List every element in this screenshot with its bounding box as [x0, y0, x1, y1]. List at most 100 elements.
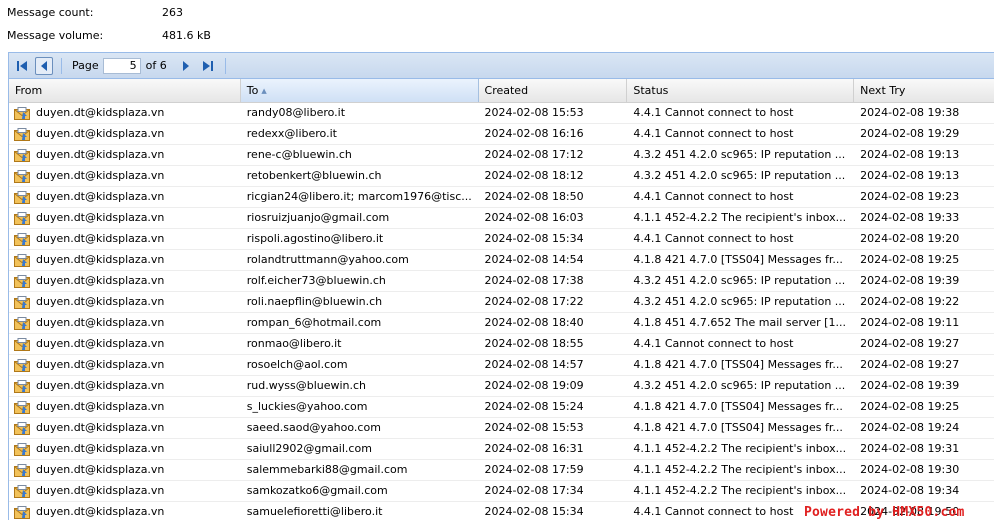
envelope-icon — [14, 484, 30, 498]
from-address: duyen.dt@kidsplaza.vn — [36, 106, 165, 119]
from-address: duyen.dt@kidsplaza.vn — [36, 421, 165, 434]
table-row[interactable]: duyen.dt@kidsplaza.vn rolf.eicher73@blue… — [9, 271, 994, 292]
from-address: duyen.dt@kidsplaza.vn — [36, 379, 165, 392]
cell-from: duyen.dt@kidsplaza.vn — [9, 208, 241, 228]
cell-status: 4.1.1 452-4.2.2 The recipient's inbox... — [633, 442, 847, 455]
column-header-status[interactable]: Status — [627, 79, 855, 102]
cell-to: randy08@libero.it — [246, 106, 346, 119]
column-header-to[interactable]: To ▲ — [240, 79, 479, 102]
table-row[interactable]: duyen.dt@kidsplaza.vn rosoelch@aol.com 2… — [9, 355, 994, 376]
cell-to: ricgian24@libero.it; marcom1976@tisc... — [246, 190, 472, 203]
prev-page-button[interactable] — [35, 56, 53, 75]
cell-created: 2024-02-08 16:03 — [484, 211, 584, 224]
table-row[interactable]: duyen.dt@kidsplaza.vn roli.naepflin@blue… — [9, 292, 994, 313]
table-row[interactable]: duyen.dt@kidsplaza.vn redexx@libero.it 2… — [9, 124, 994, 145]
cell-from: duyen.dt@kidsplaza.vn — [9, 502, 241, 520]
cell-from: duyen.dt@kidsplaza.vn — [9, 397, 241, 417]
message-count-row: Message count: 263 — [7, 1, 407, 25]
cell-from: duyen.dt@kidsplaza.vn — [9, 481, 241, 501]
cell-created: 2024-02-08 15:34 — [484, 505, 584, 518]
next-page-button[interactable] — [177, 57, 195, 75]
table-row[interactable]: duyen.dt@kidsplaza.vn rud.wyss@bluewin.c… — [9, 376, 994, 397]
table-row[interactable]: duyen.dt@kidsplaza.vn s_luckies@yahoo.co… — [9, 397, 994, 418]
table-row[interactable]: duyen.dt@kidsplaza.vn retobenkert@bluewi… — [9, 166, 994, 187]
cell-status: 4.1.8 421 4.7.0 [TSS04] Messages fr... — [633, 358, 843, 371]
from-address: duyen.dt@kidsplaza.vn — [36, 337, 165, 350]
cell-status: 4.3.2 451 4.2.0 sc965: IP reputation ... — [633, 274, 846, 287]
envelope-icon — [14, 421, 30, 435]
from-address: duyen.dt@kidsplaza.vn — [36, 505, 165, 518]
page-total: of 6 — [145, 59, 167, 72]
from-address: duyen.dt@kidsplaza.vn — [36, 295, 165, 308]
last-page-button[interactable] — [199, 57, 217, 75]
envelope-icon — [14, 190, 30, 204]
cell-to: redexx@libero.it — [246, 127, 337, 140]
cell-to: salemmebarki88@gmail.com — [246, 463, 408, 476]
cell-next-try: 2024-02-08 19:27 — [860, 337, 960, 350]
table-row[interactable]: duyen.dt@kidsplaza.vn saiull2902@gmail.c… — [9, 439, 994, 460]
table-row[interactable]: duyen.dt@kidsplaza.vn rene-c@bluewin.ch … — [9, 145, 994, 166]
table-row[interactable]: duyen.dt@kidsplaza.vn rolandtruttmann@ya… — [9, 250, 994, 271]
column-header-label: Status — [633, 84, 669, 97]
from-address: duyen.dt@kidsplaza.vn — [36, 211, 165, 224]
cell-next-try: 2024-02-08 19:38 — [860, 106, 960, 119]
first-page-button[interactable] — [13, 57, 31, 75]
cell-from: duyen.dt@kidsplaza.vn — [9, 187, 241, 207]
table-row[interactable]: duyen.dt@kidsplaza.vn samkozatko6@gmail.… — [9, 481, 994, 502]
cell-status: 4.3.2 451 4.2.0 sc965: IP reputation ... — [633, 379, 846, 392]
grid-body: duyen.dt@kidsplaza.vn randy08@libero.it … — [9, 103, 994, 520]
envelope-icon — [14, 211, 30, 225]
table-row[interactable]: duyen.dt@kidsplaza.vn randy08@libero.it … — [9, 103, 994, 124]
cell-next-try: 2024-02-08 19:22 — [860, 295, 960, 308]
cell-status: 4.4.1 Cannot connect to host — [633, 190, 794, 203]
cell-to: rud.wyss@bluewin.ch — [246, 379, 367, 392]
from-address: duyen.dt@kidsplaza.vn — [36, 316, 165, 329]
cell-to: retobenkert@bluewin.ch — [246, 169, 382, 182]
from-address: duyen.dt@kidsplaza.vn — [36, 484, 165, 497]
from-address: duyen.dt@kidsplaza.vn — [36, 148, 165, 161]
cell-to: rispoli.agostino@libero.it — [246, 232, 384, 245]
cell-status: 4.4.1 Cannot connect to host — [633, 106, 794, 119]
column-header-from[interactable]: From — [9, 79, 241, 102]
cell-to: rompan_6@hotmail.com — [246, 316, 382, 329]
cell-next-try: 2024-02-08 19:34 — [860, 484, 960, 497]
cell-from: duyen.dt@kidsplaza.vn — [9, 103, 241, 123]
table-row[interactable]: duyen.dt@kidsplaza.vn saeed.saod@yahoo.c… — [9, 418, 994, 439]
table-row[interactable]: duyen.dt@kidsplaza.vn rispoli.agostino@l… — [9, 229, 994, 250]
table-row[interactable]: duyen.dt@kidsplaza.vn ronmao@libero.it 2… — [9, 334, 994, 355]
cell-created: 2024-02-08 19:09 — [484, 379, 584, 392]
table-row[interactable]: duyen.dt@kidsplaza.vn rompan_6@hotmail.c… — [9, 313, 994, 334]
envelope-icon — [14, 400, 30, 414]
cell-created: 2024-02-08 16:31 — [484, 442, 584, 455]
toolbar-separator — [224, 57, 226, 74]
cell-next-try: 2024-02-08 19:24 — [860, 421, 960, 434]
cell-next-try: 2024-02-08 19:25 — [860, 253, 960, 266]
envelope-icon — [14, 295, 30, 309]
sort-asc-icon: ▲ — [261, 87, 267, 95]
cell-to: rene-c@bluewin.ch — [246, 148, 352, 161]
envelope-icon — [14, 169, 30, 183]
page-number-input[interactable] — [102, 57, 141, 74]
cell-created: 2024-02-08 15:53 — [484, 421, 584, 434]
cell-next-try: 2024-02-08 19:13 — [860, 169, 960, 182]
cell-from: duyen.dt@kidsplaza.vn — [9, 439, 241, 459]
cell-created: 2024-02-08 17:38 — [484, 274, 584, 287]
column-header-label: Next Try — [860, 84, 906, 97]
paging-toolbar: Page of 6 — [9, 53, 994, 79]
table-row[interactable]: duyen.dt@kidsplaza.vn riosruizjuanjo@gma… — [9, 208, 994, 229]
column-header-created[interactable]: Created — [479, 79, 628, 102]
envelope-icon — [14, 463, 30, 477]
table-row[interactable]: duyen.dt@kidsplaza.vn salemmebarki88@gma… — [9, 460, 994, 481]
message-volume-value: 481.6 kB — [162, 29, 211, 42]
envelope-icon — [14, 505, 30, 519]
envelope-icon — [14, 232, 30, 246]
cell-to: s_luckies@yahoo.com — [246, 400, 368, 413]
from-address: duyen.dt@kidsplaza.vn — [36, 190, 165, 203]
cell-from: duyen.dt@kidsplaza.vn — [9, 166, 241, 186]
cell-next-try: 2024-02-08 19:30 — [860, 463, 960, 476]
message-volume-label: Message volume: — [7, 29, 104, 42]
cell-to: ronmao@libero.it — [246, 337, 342, 350]
column-header-next-try[interactable]: Next Try — [854, 79, 994, 102]
table-row[interactable]: duyen.dt@kidsplaza.vn ricgian24@libero.i… — [9, 187, 994, 208]
from-address: duyen.dt@kidsplaza.vn — [36, 400, 165, 413]
